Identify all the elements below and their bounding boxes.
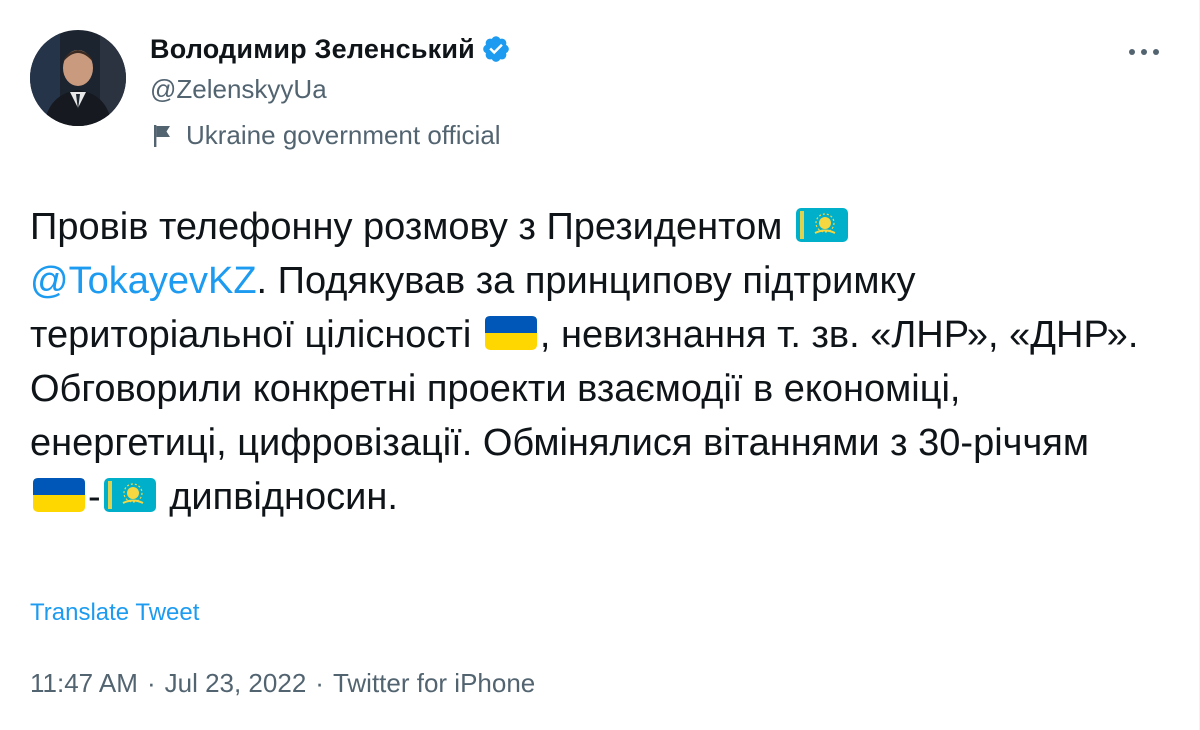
tweet-text: Провів телефонну розмову з Президентом @… bbox=[30, 200, 1150, 524]
government-label[interactable]: Ukraine government official bbox=[150, 120, 501, 151]
flag-kazakhstan-emoji bbox=[795, 207, 849, 243]
author-display-name[interactable]: Володимир Зеленський bbox=[150, 34, 475, 65]
more-options-button[interactable] bbox=[1124, 38, 1164, 66]
flag-ukraine-emoji bbox=[484, 315, 538, 351]
meta-separator: · bbox=[315, 668, 324, 698]
author-handle[interactable]: @ZelenskyyUa bbox=[150, 74, 327, 105]
tweet-text-segment: Провів телефонну розмову з Президентом bbox=[30, 206, 783, 248]
translate-tweet-link[interactable]: Translate Tweet bbox=[30, 599, 199, 627]
tweet-metadata: 11:47 AM · Jul 23, 2022 · Twitter for iP… bbox=[30, 668, 535, 699]
tweet-card: Володимир Зеленський @ZelenskyyUa Ukrain… bbox=[0, 0, 1200, 730]
flag-ukraine-emoji bbox=[32, 477, 86, 513]
tweet-date[interactable]: Jul 23, 2022 bbox=[165, 668, 307, 699]
author-name-row[interactable]: Володимир Зеленський bbox=[150, 30, 511, 68]
avatar[interactable] bbox=[30, 30, 126, 126]
tweet-text-segment: - bbox=[88, 476, 101, 518]
more-dots-icon bbox=[1129, 49, 1159, 55]
meta-separator: · bbox=[146, 668, 156, 698]
flag-icon bbox=[150, 123, 174, 149]
verified-badge-icon bbox=[481, 34, 511, 64]
tweet-source[interactable]: Twitter for iPhone bbox=[333, 668, 535, 699]
mention-link[interactable]: @TokayevKZ bbox=[30, 260, 257, 302]
government-label-text: Ukraine government official bbox=[186, 120, 501, 150]
tweet-text-segment: дипвідносин. bbox=[169, 476, 398, 518]
flag-kazakhstan-emoji bbox=[103, 477, 157, 513]
tweet-time[interactable]: 11:47 AM bbox=[30, 668, 138, 699]
